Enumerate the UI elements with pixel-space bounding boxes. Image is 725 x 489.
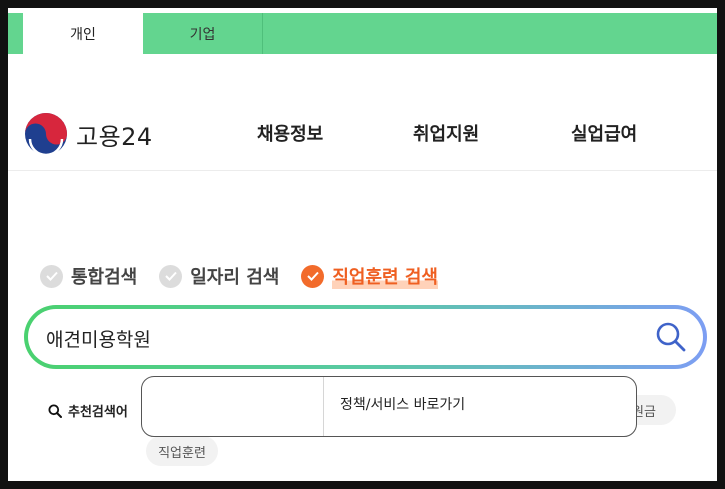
shortcut-popup: 정책/서비스 바로가기 (141, 376, 637, 437)
recommended-keywords-text: 추천검색어 (68, 405, 128, 420)
site-header: 고용24 채용정보 취업지원 실업급여 (8, 54, 717, 171)
search-type-jobs[interactable]: 일자리 검색 (159, 263, 279, 289)
search-box-inner (28, 309, 703, 367)
check-circle-icon (40, 264, 63, 288)
popup-empty-panel (142, 377, 324, 436)
tab-personal[interactable]: 개인 (23, 13, 143, 54)
user-type-tabs: 개인 기업 (8, 13, 717, 54)
search-box (24, 305, 707, 369)
keyword-chip-training-label: 직업훈련 (158, 445, 206, 461)
page-frame: 개인 기업 고용24 채용정보 취업지원 실업급여 통합검색 일자리 검색 직업… (8, 8, 717, 481)
tab-business-label: 기업 (189, 26, 216, 43)
nav-item-jobs[interactable]: 채용정보 (257, 120, 323, 146)
check-circle-icon (301, 264, 325, 288)
policy-service-shortcut-label: 정책/서비스 바로가기 (340, 396, 466, 413)
search-type-jobs-label: 일자리 검색 (190, 267, 280, 288)
search-type-training[interactable]: 직업훈련 검색 (301, 263, 438, 289)
check-circle-icon (159, 264, 183, 288)
search-type-selector: 통합검색 일자리 검색 직업훈련 검색 (40, 262, 460, 290)
search-input[interactable] (44, 309, 628, 367)
keyword-chip-training[interactable]: 직업훈련 (146, 436, 218, 466)
recommended-keywords-label: 추천검색어 (48, 401, 128, 420)
nav-item-unemployment-benefit[interactable]: 실업급여 (571, 120, 637, 146)
search-icon (656, 322, 686, 352)
tab-personal-label: 개인 (70, 26, 96, 43)
main-nav: 채용정보 취업지원 실업급여 (8, 120, 717, 150)
nav-item-employment-support[interactable]: 취업지원 (413, 120, 479, 146)
tab-business[interactable]: 기업 (143, 13, 263, 54)
search-button[interactable] (653, 319, 689, 355)
search-type-training-label: 직업훈련 검색 (332, 263, 438, 289)
search-icon (48, 404, 62, 418)
search-type-integrated[interactable]: 통합검색 (40, 263, 137, 289)
policy-service-shortcut-link[interactable]: 정책/서비스 바로가기 (324, 377, 636, 436)
search-type-integrated-label: 통합검색 (71, 267, 138, 288)
